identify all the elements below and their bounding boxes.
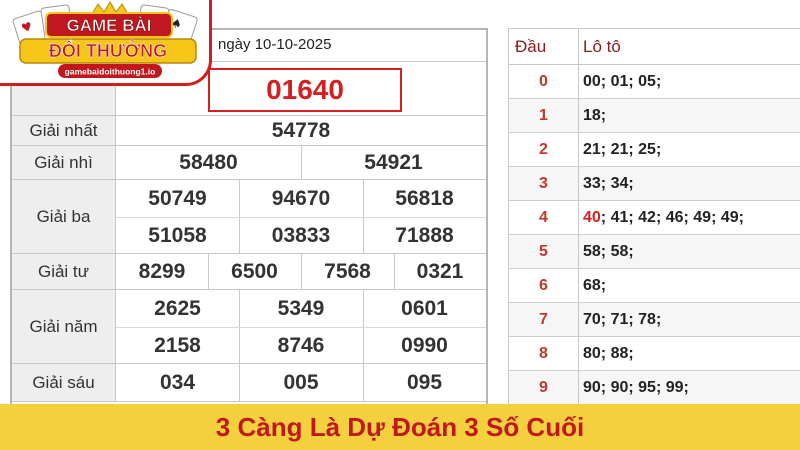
loto-numbers: ; 41; 42; 46; 49; 49; [600,208,744,226]
prize-label: Giải năm [12,290,116,363]
prize-number: 8746 [277,333,325,357]
caption-banner: 3 Càng Là Dự Đoán 3 Số Cuối [0,404,800,450]
prize-label: Giải nhì [12,146,116,179]
prize-number: 56818 [395,186,454,210]
logo-graphic: ♥ ♠ ♦ ♣ GAME BÀI ĐỔI THƯỞNG gamebaidoith… [12,1,198,78]
loto-row: 1 18; [509,99,800,133]
prize-number: 0601 [401,296,448,320]
prize-row-third: Giải ba 50749 94670 56818 51058 03833 71… [12,180,486,254]
prize-row-first: Giải nhất 54778 [12,116,486,146]
loto-dau: 7 [539,310,548,328]
prize-number: 50749 [148,186,207,210]
loto-highlight: 40 [583,208,601,226]
prize-number: 7568 [324,259,371,283]
loto-row: 0 00; 01; 05; [509,65,800,99]
loto-numbers: 21; 21; 25; [583,140,662,158]
draw-date: ngày 10-10-2025 [218,36,332,53]
prize-number: 54778 [271,118,331,142]
prize-label: Giải ba [12,180,116,253]
prize-row-fifth: Giải năm 2625 5349 0601 2158 8746 0990 [12,290,486,364]
prize-number: 005 [283,370,319,394]
prize-number: 51058 [148,223,207,247]
loto-dau: 0 [539,72,548,90]
prize-number: 0321 [416,259,464,283]
loto-numbers: 90; 90; 95; 99; [583,378,689,396]
loto-row: 3 33; 34; [509,167,800,201]
prize-number: 0990 [401,333,448,357]
loto-table: Đầu Lô tô 0 00; 01; 05; 1 18; 2 21; 21; 25; 3 3… [508,28,800,408]
loto-row: 6 68; [509,269,800,303]
prize-number: 034 [159,370,196,394]
loto-header: Đầu Lô tô [509,29,800,65]
loto-dau: 6 [539,276,548,294]
prize-number: 2158 [154,333,201,357]
loto-dau: 2 [539,140,548,158]
prize-row-sixth: Giải sáu 034 005 095 [12,364,486,402]
prize-number: 94670 [271,186,331,210]
loto-values: 80; 88; [583,337,634,370]
site-logo[interactable]: ♥ ♠ ♦ ♣ GAME BÀI ĐỔI THƯỞNG gamebaidoith… [0,0,212,86]
loto-row: 7 70; 71; 78; [509,303,800,337]
loto-row: 2 21; 21; 25; [509,133,800,167]
prize-number: 71888 [395,223,454,247]
loto-values: 33; 34; [583,167,634,200]
loto-values: 70; 71; 78; [583,303,661,336]
loto-values: 40; 41; 42; 46; 49; 49; [583,201,744,234]
loto-values: 58; 58; [583,235,634,268]
loto-values: 68; [583,269,606,302]
loto-row: 8 80; 88; [509,337,800,371]
prize-number: 8299 [138,259,186,283]
prize-number: 6500 [231,259,278,283]
loto-numbers: 00; 01; 05; [583,72,662,90]
prize-number: 095 [406,370,443,394]
loto-values: 90; 90; 95; 99; [583,371,689,404]
loto-numbers: 70; 71; 78; [583,310,662,328]
prize-label: Giải sáu [12,364,116,401]
loto-numbers: 80; 88; [583,344,634,362]
loto-values: 00; 01; 05; [583,65,661,98]
prize-number: 54921 [364,150,423,174]
prize-label: Giải nhất [12,116,116,145]
special-prize-number: 01640 [208,68,402,112]
loto-dau: 5 [539,242,548,260]
loto-numbers: 58; 58; [583,242,634,260]
loto-dau: 9 [539,378,548,396]
loto-row: 9 90; 90; 95; 99; [509,371,800,405]
prize-number: 03833 [271,223,331,247]
loto-row: 5 58; 58; [509,235,800,269]
prize-label: Giải tư [12,254,116,289]
loto-values: 21; 21; 25; [583,133,661,166]
prize-number: 58480 [179,150,238,174]
loto-dau: 4 [539,208,548,226]
loto-header-loto: Lô tô [583,37,621,56]
prize-row-fourth: Giải tư 8299 6500 7568 0321 [12,254,486,290]
loto-values: 18; [583,99,606,132]
prize-row-second: Giải nhì 58480 54921 [12,146,486,180]
loto-numbers: 18; [583,106,607,124]
loto-header-dau: Đầu [515,37,547,56]
loto-dau: 8 [539,344,548,362]
prize-number: 2625 [154,296,201,320]
prize-number: 5349 [277,296,325,320]
loto-row: 4 40; 41; 42; 46; 49; 49; [509,201,800,235]
loto-dau: 1 [539,106,548,124]
logo-line1: GAME BÀI [67,16,152,35]
logo-url: gamebaidoithuong1.io [65,67,156,77]
loto-numbers: 68; [583,276,607,294]
loto-dau: 3 [539,174,548,192]
logo-line2: ĐỔI THƯỞNG [49,40,167,61]
loto-numbers: 33; 34; [583,174,634,192]
